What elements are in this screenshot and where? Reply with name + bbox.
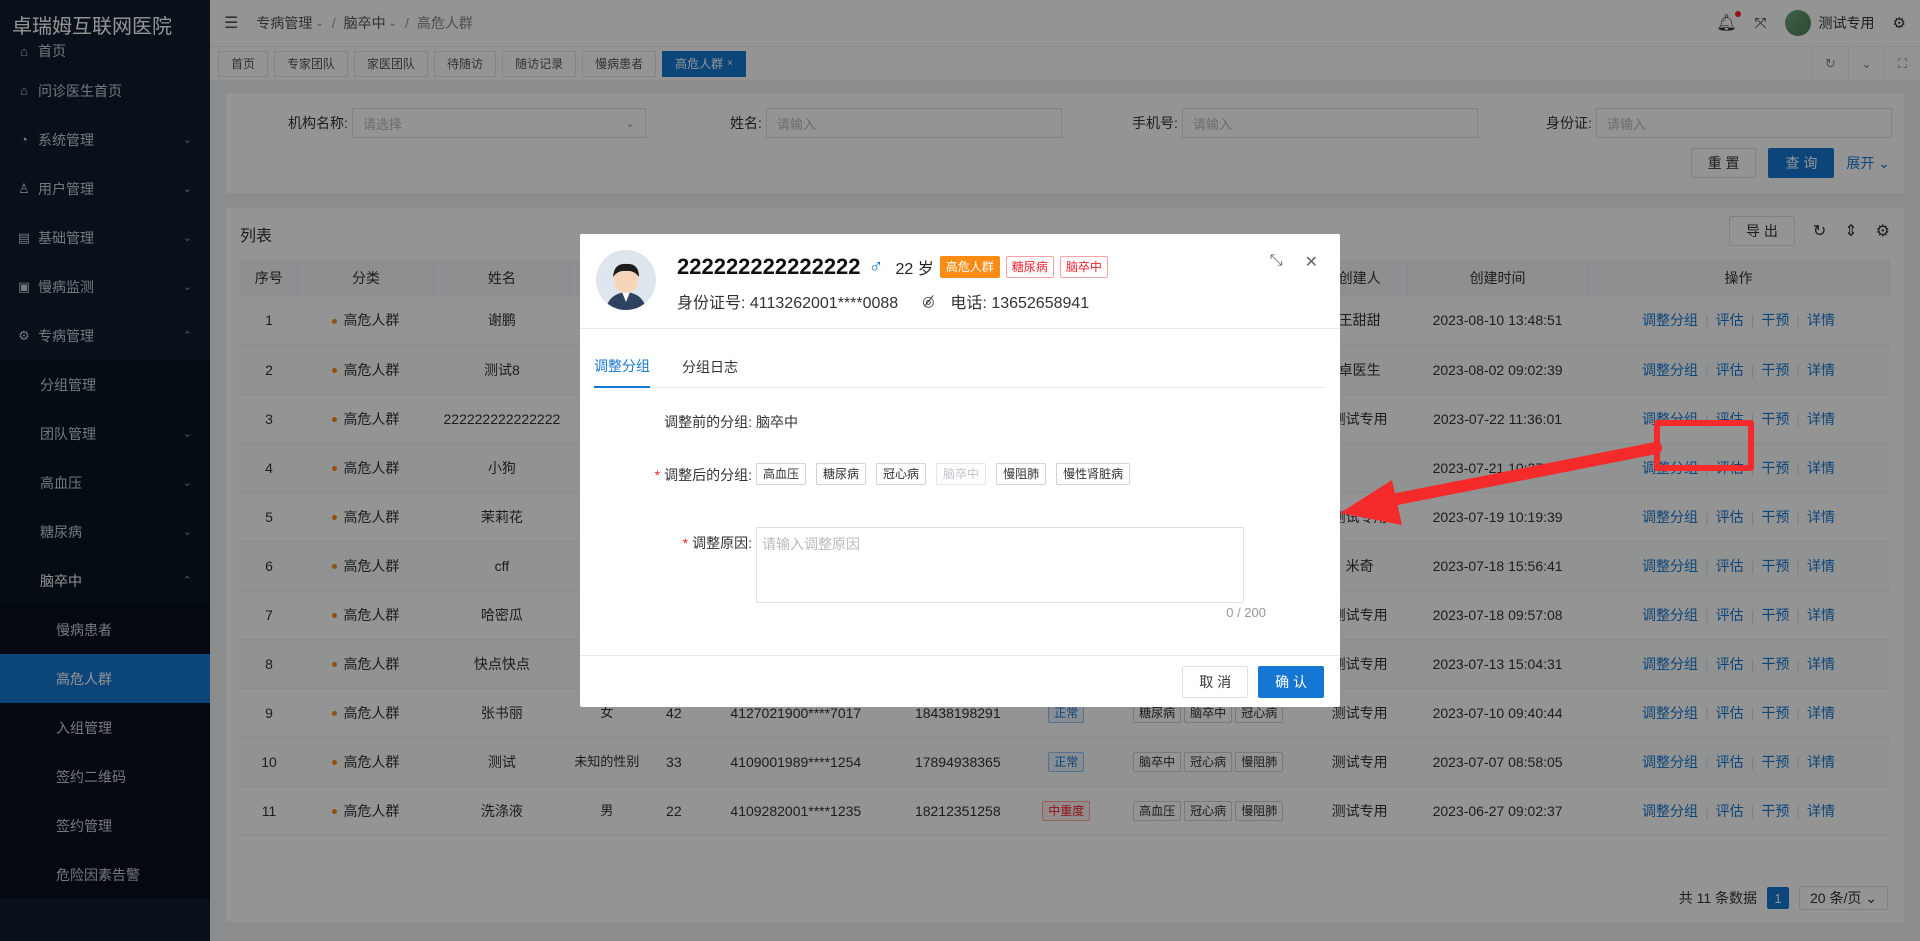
after-group-row: * 调整后的分组: 高血压 糖尿病 冠心病 脑卒中 慢阻肺 慢性肾脏病 bbox=[580, 463, 1140, 485]
disease-tag: 糖尿病 bbox=[1005, 256, 1054, 278]
patient-id-card: 身份证号: 4113262001****0088 bbox=[677, 295, 899, 312]
before-group-value: 脑卒中 bbox=[756, 414, 798, 430]
tab-adjust-group[interactable]: 调整分组 bbox=[594, 346, 650, 388]
char-counter: 0 / 200 bbox=[1226, 605, 1266, 620]
group-option-copd[interactable]: 慢阻肺 bbox=[996, 463, 1047, 485]
group-option-chd[interactable]: 冠心病 bbox=[876, 463, 927, 485]
before-group-row: 调整前的分组: 脑卒中 bbox=[664, 414, 798, 430]
patient-age: 22 岁 bbox=[895, 261, 934, 278]
annotation-highlight-box bbox=[1654, 420, 1754, 471]
disease-tag: 脑卒中 bbox=[1059, 256, 1108, 278]
close-icon[interactable]: ✕ bbox=[1305, 252, 1318, 272]
tab-group-log[interactable]: 分组日志 bbox=[682, 346, 738, 388]
group-option-stroke: 脑卒中 bbox=[936, 463, 987, 485]
patient-avatar bbox=[596, 250, 656, 310]
patient-name: 222222222222222 bbox=[677, 254, 861, 279]
adjust-group-dialog: 222222222222222 ♂ 22 岁 高危人群 糖尿病 脑卒中 身份证号… bbox=[580, 234, 1340, 707]
dialog-tabs: 调整分组 分组日志 bbox=[594, 346, 1326, 388]
group-option-ckd[interactable]: 慢性肾脏病 bbox=[1056, 463, 1131, 485]
male-icon: ♂ bbox=[868, 255, 884, 278]
group-option-diabetes[interactable]: 糖尿病 bbox=[816, 463, 867, 485]
patient-phone: 电话: 13652658941 bbox=[950, 295, 1090, 312]
reason-row: * 调整原因: 请输入调整原因 bbox=[580, 527, 1244, 603]
eye-off-icon[interactable]: ◎̸ bbox=[922, 293, 934, 310]
group-option-hypertension[interactable]: 高血压 bbox=[756, 463, 807, 485]
group-options: 高血压 糖尿病 冠心病 脑卒中 慢阻肺 慢性肾脏病 bbox=[756, 463, 1140, 485]
category-tag: 高危人群 bbox=[939, 256, 1000, 278]
cancel-button[interactable]: 取 消 bbox=[1182, 666, 1249, 698]
confirm-button[interactable]: 确 认 bbox=[1258, 666, 1324, 698]
shrink-icon[interactable]: ⤡ bbox=[1270, 252, 1283, 272]
reason-textarea[interactable]: 请输入调整原因 bbox=[756, 527, 1244, 603]
